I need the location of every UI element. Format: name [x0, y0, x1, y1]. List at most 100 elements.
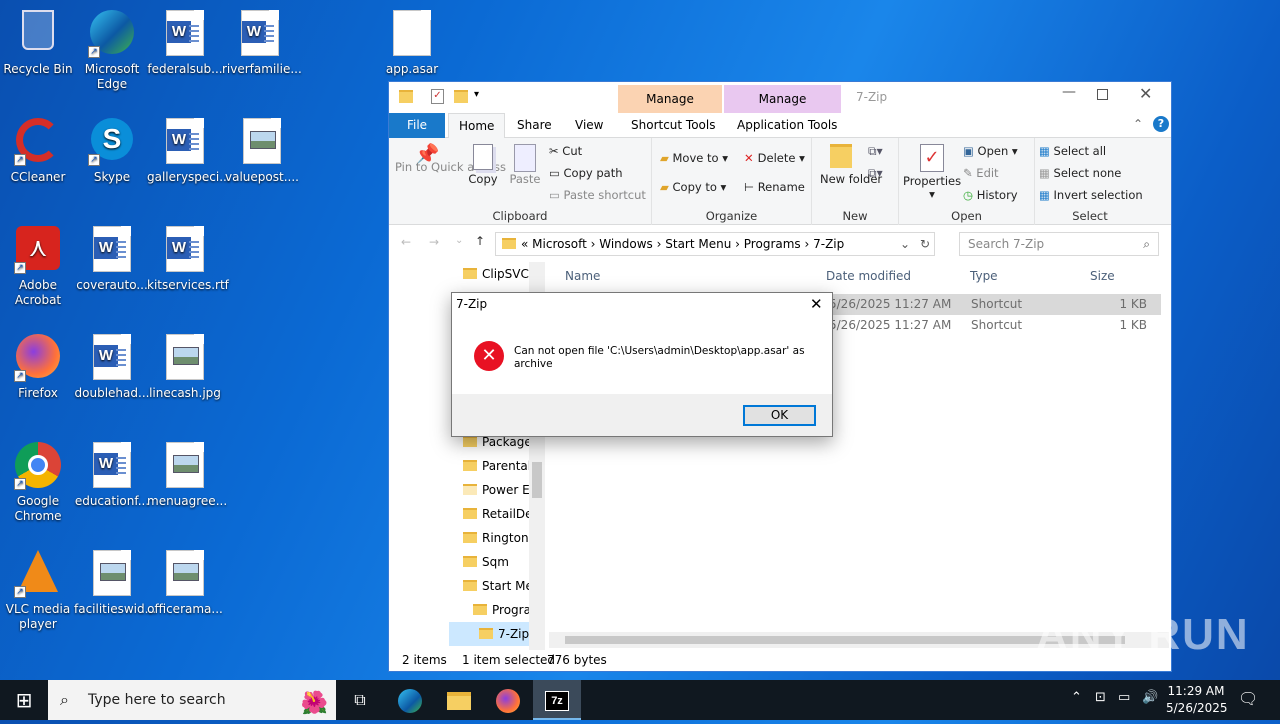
desktop-icon-7[interactable]: Wgalleryspeci... [147, 112, 231, 185]
desktop-icon-17[interactable]: menuagree... [147, 436, 227, 509]
close-button[interactable]: ✕ [1139, 84, 1152, 103]
taskbar-7zip[interactable]: 7z [533, 680, 581, 720]
copy-button[interactable]: Copy [465, 144, 501, 186]
desktop-icon-0[interactable]: Recycle Bin [0, 4, 76, 77]
desktop-icon-5[interactable]: ↗ CCleaner [0, 112, 76, 185]
desktop-icon-13[interactable]: Wdoublehad... [74, 328, 150, 401]
address-dropdown-icon[interactable]: ⌄ [900, 233, 910, 255]
delete-button[interactable]: ✕ Delete ▾ [744, 151, 805, 165]
desktop-icon-12[interactable]: ↗ Firefox [0, 328, 76, 401]
tab-home[interactable]: Home [448, 113, 506, 138]
nav-item[interactable]: Prograr [473, 598, 536, 622]
nav-item[interactable]: Power Ef [463, 478, 534, 502]
taskbar-file-explorer[interactable] [435, 680, 483, 720]
new-folder-icon [830, 144, 852, 168]
nav-item[interactable]: Parental [463, 454, 531, 478]
taskbar-firefox[interactable] [484, 680, 532, 720]
select-none-button[interactable]: ▦ Select none [1039, 166, 1121, 180]
customize-quick-access-icon[interactable]: ▾ [474, 89, 479, 100]
copy-to-button[interactable]: ▰ Copy to ▾ [660, 180, 726, 194]
invert-selection-button[interactable]: ▦ Invert selection [1039, 188, 1143, 202]
overflow-chevron[interactable]: « [521, 237, 528, 251]
properties-button[interactable]: ✓ Properties ▾ [903, 144, 961, 201]
cut-button[interactable]: ✂ Cut [549, 144, 582, 158]
paste-shortcut-button[interactable]: ▭ Paste shortcut [549, 188, 646, 202]
column-type[interactable]: Type [970, 266, 998, 286]
refresh-icon[interactable]: ↻ [920, 233, 930, 255]
battery-icon[interactable]: ▭ [1118, 690, 1130, 705]
desktop-icon-3[interactable]: Wriverfamilie... [222, 4, 302, 77]
select-all-button[interactable]: ▦ Select all [1039, 144, 1106, 158]
column-size[interactable]: Size [1090, 266, 1115, 286]
dialog-close-button[interactable]: ✕ [810, 295, 823, 313]
desktop-icon-16[interactable]: Weducationf... [74, 436, 150, 509]
tab-application-tools[interactable]: Application Tools [727, 113, 847, 138]
desktop-icon-15[interactable]: ↗ Google Chrome [0, 436, 76, 524]
scroll-thumb[interactable] [532, 462, 542, 498]
desktop-icon-8[interactable]: valuepost.... [224, 112, 300, 185]
desktop-icon-11[interactable]: Wkitservices.rtf [147, 220, 229, 293]
desktop-icon-10[interactable]: Wcoverauto... [74, 220, 150, 293]
tab-file[interactable]: File [389, 113, 445, 138]
task-view-button[interactable]: ⧉ [336, 680, 384, 720]
back-icon[interactable]: ← [401, 235, 411, 249]
desktop-icon-1[interactable]: ↗ Microsoft Edge [74, 4, 150, 92]
recent-icon[interactable]: ⌄ [455, 235, 463, 246]
tab-shortcut-tools[interactable]: Shortcut Tools [621, 113, 726, 138]
desktop-icon-6[interactable]: S ↗ Skype [74, 112, 150, 185]
notifications-icon[interactable]: 🗨 [1238, 689, 1258, 708]
breadcrumb-item[interactable]: Windows [595, 237, 656, 251]
nav-item[interactable]: Sqm [463, 550, 509, 574]
error-message: Can not open file 'C:\Users\admin\Deskto… [514, 345, 805, 370]
copy-path-button[interactable]: ▭ Copy path [549, 166, 623, 180]
history-button[interactable]: ◷ History [963, 188, 1018, 202]
network-icon[interactable]: ⊡ [1095, 690, 1106, 705]
forward-icon[interactable]: → [429, 235, 439, 249]
desktop-icon-4[interactable]: app.asar [374, 4, 450, 77]
desktop-icon-19[interactable]: facilitieswid... [74, 544, 156, 617]
desktop-icon-2[interactable]: Wfederalsub... [147, 4, 223, 77]
nav-item[interactable]: Ringtone [463, 526, 536, 550]
clock[interactable]: 11:29 AM 5/26/2025 [1166, 683, 1228, 717]
address-bar[interactable]: « Microsoft › Windows › Start Menu › Pro… [495, 232, 935, 256]
properties-quick-icon[interactable]: ✓ [431, 89, 444, 104]
new-folder-quick-icon[interactable] [454, 90, 468, 103]
edit-button[interactable]: ✎ Edit [963, 166, 999, 180]
nav-item[interactable]: RetailDer [463, 502, 537, 526]
scissors-icon: ✂ [549, 144, 563, 158]
nav-item[interactable]: ClipSVC [463, 262, 529, 286]
up-icon[interactable]: ↑ [475, 234, 485, 248]
collapse-ribbon-icon[interactable]: ⌃ [1133, 117, 1143, 131]
paste-button[interactable]: Paste [507, 144, 543, 186]
show-hidden-icons[interactable]: ⌃ [1071, 690, 1082, 705]
breadcrumb-item[interactable]: Start Menu [661, 237, 735, 251]
taskbar-edge[interactable] [386, 680, 434, 720]
breadcrumb-item[interactable]: Microsoft [532, 237, 590, 251]
minimize-button[interactable]: — [1054, 84, 1084, 100]
help-icon[interactable]: ? [1153, 116, 1169, 132]
tab-share[interactable]: Share [507, 113, 562, 138]
maximize-button[interactable] [1097, 89, 1108, 100]
desktop-icon-18[interactable]: ↗ VLC media player [0, 544, 76, 632]
column-name[interactable]: Name [565, 266, 600, 286]
new-item-icon[interactable]: ⧉▾ [868, 144, 883, 159]
tab-view[interactable]: View [565, 113, 613, 138]
search-input[interactable]: Search 7-Zip ⌕ [959, 232, 1159, 256]
pin-quick-access-button[interactable]: 📌 Pin to Quick access [395, 144, 506, 174]
taskbar-search[interactable]: ⌕ Type here to search 🌺 [48, 680, 336, 720]
rename-button[interactable]: ⊢ Rename [744, 180, 805, 194]
easy-access-icon[interactable]: ⧉▾ [868, 166, 883, 181]
start-button[interactable]: ⊞ [0, 680, 48, 720]
ok-button[interactable]: OK [743, 405, 816, 426]
desktop-icon-14[interactable]: linecash.jpg [147, 328, 223, 401]
speaker-icon[interactable]: 🔊 [1142, 690, 1158, 705]
breadcrumb-item[interactable]: Programs [740, 237, 805, 251]
desktop-icon-20[interactable]: officerama... [147, 544, 223, 617]
column-date[interactable]: Date modified [826, 266, 911, 286]
breadcrumb-item[interactable]: 7-Zip [809, 237, 844, 251]
open-button[interactable]: ▣ Open ▾ [963, 144, 1018, 158]
move-to-button[interactable]: ▰ Move to ▾ [660, 151, 728, 165]
new-folder-button[interactable]: New folder [820, 144, 882, 186]
desktop-icon-9[interactable]: ⋏ ↗ Adobe Acrobat [0, 220, 76, 308]
nav-item[interactable]: Start Mer [463, 574, 538, 598]
